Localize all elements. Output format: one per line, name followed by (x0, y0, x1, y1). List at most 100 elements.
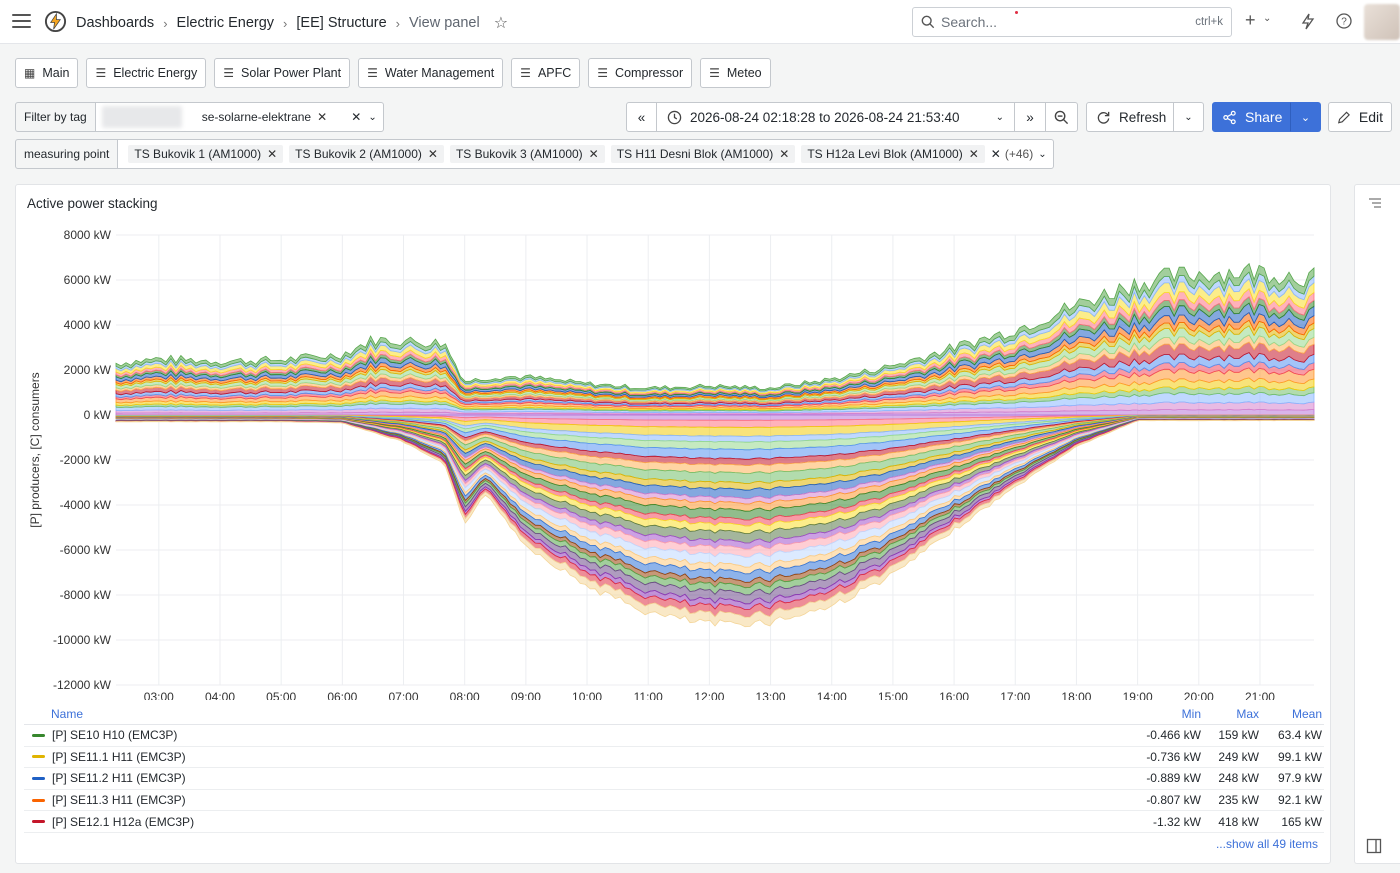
legend-row[interactable]: [P] SE10 H10 (EMC3P) -0.466 kW 159 kW 63.4 … (24, 725, 1324, 747)
measuring-point-chip: TS H11 Desni Blok (AM1000) ✕ (610, 145, 796, 163)
measuring-point-chip: TS Bukovik 2 (AM1000) ✕ (289, 145, 444, 163)
y-tick-label: -4000 kW (60, 498, 112, 512)
y-tick-label: -8000 kW (60, 588, 112, 602)
remove-icon[interactable]: ✕ (969, 147, 979, 161)
bars-icon: ☰ (223, 66, 235, 80)
panel: Active power stacking [P] producers, [C]… (15, 184, 1331, 864)
add-button[interactable]: + (1245, 10, 1256, 31)
chip-label: TS Bukovik 2 (AM1000) (295, 147, 422, 161)
link-electric-energy[interactable]: ☰ Electric Energy (86, 58, 207, 88)
legend-header-max[interactable]: Max (1201, 707, 1259, 721)
link-main[interactable]: ▦ Main (15, 58, 79, 88)
remove-icon[interactable]: ✕ (317, 110, 327, 124)
star-icon[interactable]: ☆ (494, 13, 508, 33)
breadcrumb-dashboards[interactable]: Dashboards (76, 15, 154, 31)
refresh-icon (1097, 111, 1110, 124)
news-icon[interactable] (1300, 13, 1316, 30)
breadcrumb-structure[interactable]: [EE] Structure (296, 15, 386, 31)
x-tick-label: 04:00 (205, 690, 235, 700)
link-solar-power-plant[interactable]: ☰ Solar Power Plant (214, 58, 351, 88)
measuring-point-select[interactable]: TS Bukovik 1 (AM1000) ✕ TS Bukovik 2 (AM1… (118, 139, 1055, 169)
share-options-dropdown[interactable]: ⌄ (1290, 102, 1321, 132)
link-apfc[interactable]: ☰ APFC (511, 58, 581, 88)
panel-toggle-icon[interactable] (1366, 838, 1382, 854)
search-input[interactable]: Search... ctrl+k (912, 7, 1232, 37)
filter-by-tag-label: Filter by tag (15, 102, 96, 132)
legend-mean: 63.4 kW (1277, 728, 1322, 743)
chevron-down-icon[interactable]: ⌄ (1263, 13, 1271, 24)
time-shift-back-button[interactable]: « (626, 102, 657, 132)
y-tick-label: 4000 kW (64, 318, 112, 332)
measuring-point-chip: TS Bukovik 3 (AM1000) ✕ (449, 145, 605, 163)
filter-by-tag-select[interactable]: se-solarne-elektrane ✕ ✕ ⌄ (95, 102, 384, 132)
legend-row[interactable]: [P] SE11.2 H11 (EMC3P) -0.889 kW 248 kW 97.… (24, 768, 1324, 790)
legend-series-name: [P] SE11.2 H11 (EMC3P) (24, 771, 1121, 785)
clear-icon[interactable]: ✕ (351, 110, 361, 124)
x-tick-label: 21:00 (1245, 690, 1275, 700)
edit-button[interactable]: Edit (1328, 102, 1392, 132)
remove-icon[interactable]: ✕ (589, 147, 599, 161)
x-tick-label: 13:00 (756, 690, 786, 700)
y-tick-label: -12000 kW (53, 678, 112, 692)
legend-row[interactable]: [P] SE12.1 H12a (EMC3P) -1.32 kW 418 kW 165… (24, 811, 1324, 833)
link-label: Meteo (726, 66, 762, 80)
legend-rows: [P] SE10 H10 (EMC3P) -0.466 kW 159 kW 63.4 … (24, 725, 1324, 833)
legend-header-mean[interactable]: Mean (1259, 707, 1324, 721)
y-tick-label: 8000 kW (64, 228, 112, 242)
legend-series-name: [P] SE12.1 H12a (EMC3P) (24, 815, 1121, 829)
menu-icon[interactable] (12, 14, 31, 29)
legend-series-name: [P] SE10 H10 (EMC3P) (24, 728, 1121, 742)
refresh-label: Refresh (1119, 109, 1167, 125)
y-tick-label: -10000 kW (53, 633, 112, 647)
legend-table: Name Min Max Mean [P] SE10 H10 (EMC3P) -0… (24, 703, 1324, 833)
x-tick-label: 20:00 (1184, 690, 1214, 700)
x-tick-label: 15:00 (878, 690, 908, 700)
chip-label: TS Bukovik 3 (AM1000) (455, 147, 583, 161)
x-tick-label: 18:00 (1061, 690, 1091, 700)
link-compressor[interactable]: ☰ Compressor (588, 58, 693, 88)
legend-series-label: [P] SE12.1 H12a (EMC3P) (52, 814, 195, 829)
remove-icon[interactable]: ✕ (428, 147, 438, 161)
x-tick-label: 06:00 (327, 690, 357, 700)
zoom-out-button[interactable] (1046, 102, 1078, 132)
series-color-swatch (32, 798, 45, 802)
svg-text:?: ? (1341, 17, 1347, 28)
show-all-link[interactable]: ...show all 49 items (1216, 837, 1318, 851)
legend-row[interactable]: [P] SE11.1 H11 (EMC3P) -0.736 kW 249 kW 99.… (24, 747, 1324, 769)
breadcrumb: Dashboards › Electric Energy › [EE] Stru… (76, 13, 508, 33)
chevron-right-icon: › (163, 15, 168, 31)
series-color-swatch (32, 776, 45, 780)
remove-icon[interactable]: ✕ (779, 147, 789, 161)
refresh-interval-dropdown[interactable]: ⌄ (1174, 102, 1204, 132)
time-shift-forward-button[interactable]: » (1015, 102, 1046, 132)
top-bar: Dashboards › Electric Energy › [EE] Stru… (0, 0, 1400, 44)
clear-icon[interactable]: ✕ (991, 147, 1001, 161)
breadcrumb-electric-energy[interactable]: Electric Energy (177, 15, 275, 31)
legend-header-min[interactable]: Min (1121, 707, 1201, 721)
chart-svg[interactable]: 8000 kW 6000 kW 4000 kW 2000 kW 0 kW -2000 kW… (16, 185, 1332, 700)
chevron-down-icon[interactable]: ⌄ (1038, 149, 1046, 160)
legend-row[interactable]: [P] SE11.3 H11 (EMC3P) -0.807 kW 235 kW 92.… (24, 790, 1324, 812)
chip-label: TS H11 Desni Blok (AM1000) (616, 147, 774, 161)
share-group: Share ⌄ (1212, 102, 1321, 132)
more-count: (+46) (1004, 147, 1034, 161)
side-panel (1354, 184, 1400, 864)
remove-icon[interactable]: ✕ (267, 147, 277, 161)
y-tick-label: -2000 kW (60, 453, 112, 467)
help-icon[interactable]: ? (1336, 13, 1352, 29)
x-tick-label: 07:00 (389, 690, 419, 700)
chip-label: TS H12a Levi Blok (AM1000) (807, 147, 963, 161)
share-button[interactable]: Share (1212, 102, 1290, 132)
legend-header-name[interactable]: Name (24, 707, 1121, 721)
search-shortcut: ctrl+k (1195, 16, 1223, 28)
link-water-management[interactable]: ☰ Water Management (358, 58, 504, 88)
time-range-button[interactable]: 2026-08-24 02:18:28 to 2026-08-24 21:53:… (657, 102, 1015, 132)
avatar[interactable] (1364, 4, 1400, 40)
chevron-down-icon[interactable]: ⌄ (368, 112, 376, 123)
outline-icon[interactable] (1368, 197, 1382, 209)
legend-min: -0.736 kW (1146, 749, 1201, 764)
legend-max: 418 kW (1218, 814, 1259, 829)
refresh-button[interactable]: Refresh (1086, 102, 1174, 132)
link-meteo[interactable]: ☰ Meteo (700, 58, 771, 88)
app-logo-icon[interactable] (44, 10, 67, 33)
